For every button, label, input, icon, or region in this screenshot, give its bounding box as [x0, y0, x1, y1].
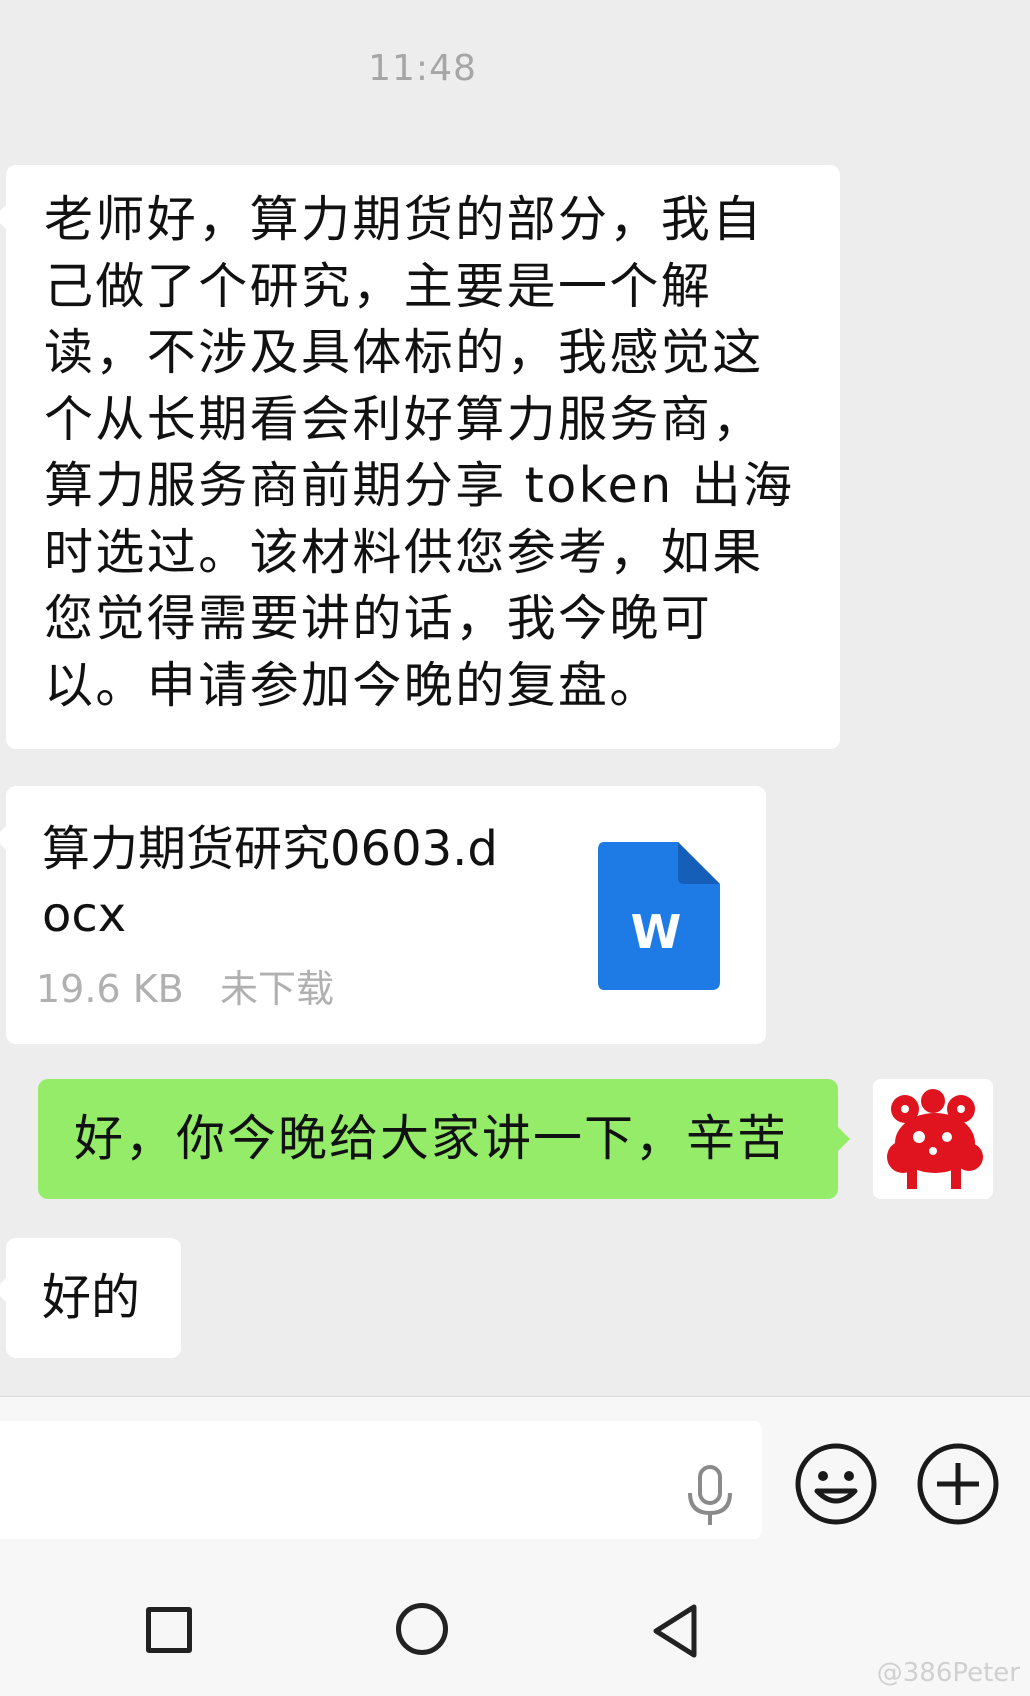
file-icon-letter: W [631, 905, 682, 959]
avatar[interactable] [873, 1079, 993, 1199]
recent-apps-icon[interactable] [146, 1607, 192, 1653]
file-name: 算力期货研究0603.docx [42, 821, 498, 943]
file-size: 19.6 KB [36, 967, 184, 1011]
system-navigation-bar: @386Peter [0, 1547, 1030, 1696]
message-text: 老师好，算力期货的部分，我自己做了个研究，主要是一个解读，不涉及具体标的，我感觉… [44, 191, 795, 714]
incoming-text-message[interactable]: 老师好，算力期货的部分，我自己做了个研究，主要是一个解读，不涉及具体标的，我感觉… [0, 165, 840, 749]
message-text: 好的 [42, 1269, 141, 1326]
file-meta: 19.6 KB 未下载 [36, 958, 334, 1013]
plus-icon[interactable] [917, 1443, 999, 1525]
home-icon[interactable] [396, 1603, 448, 1655]
chat-input-bar [0, 1396, 1030, 1547]
outgoing-text-message[interactable]: 好，你今晚给大家讲一下，辛苦 [38, 1079, 850, 1199]
word-document-icon: W [598, 842, 720, 990]
message-input[interactable] [0, 1421, 762, 1539]
watermark: @386Peter [876, 1658, 1020, 1688]
emoji-icon[interactable] [795, 1443, 877, 1525]
incoming-text-message[interactable]: 好的 [0, 1238, 181, 1358]
papercut-avatar-icon [873, 1079, 993, 1199]
file-download-status: 未下载 [219, 967, 334, 1011]
back-icon[interactable] [650, 1603, 700, 1659]
microphone-icon[interactable] [686, 1465, 734, 1527]
chat-timestamp: 11:48 [368, 48, 477, 89]
message-text: 好，你今晚给大家讲一下，辛苦 [74, 1110, 789, 1167]
